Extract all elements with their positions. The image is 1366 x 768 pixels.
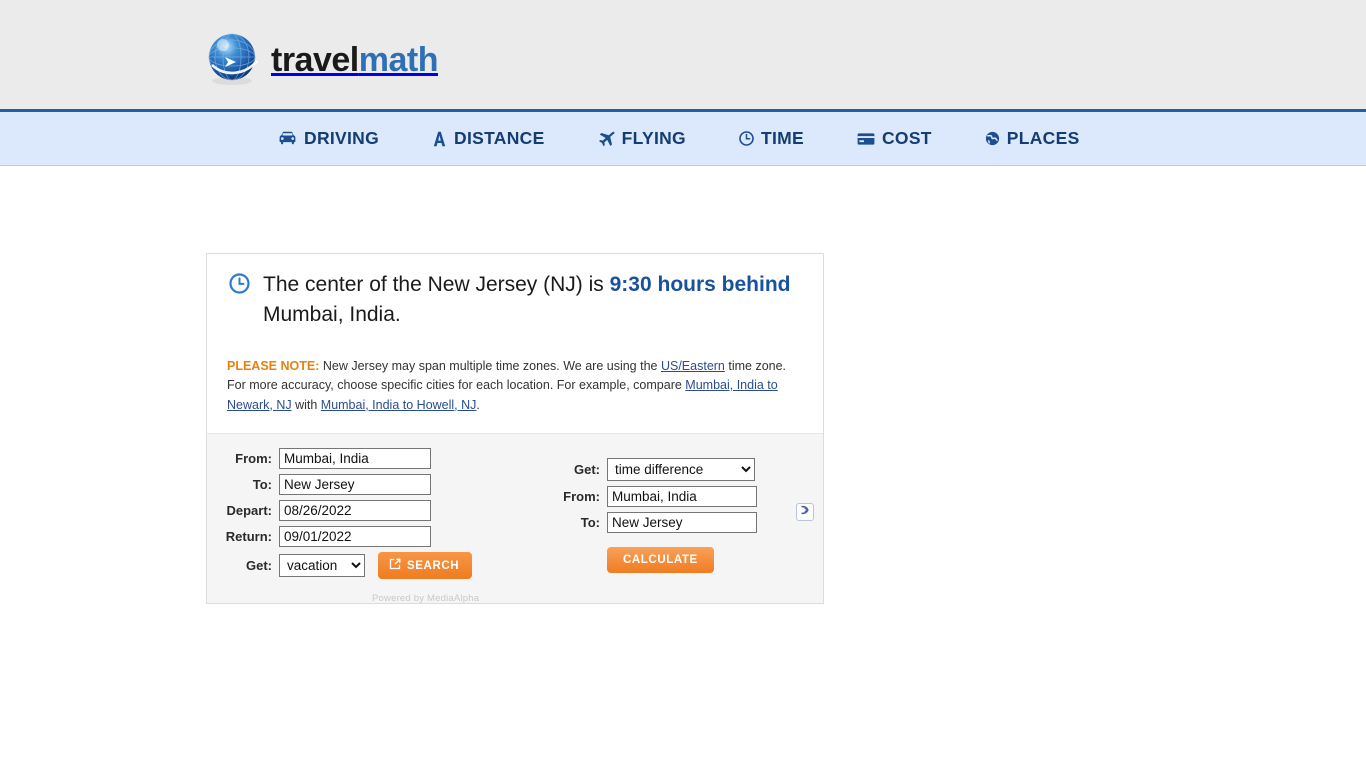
swap-arrow-icon — [799, 503, 811, 521]
globe-icon — [205, 31, 263, 89]
nav-label-cost: COST — [881, 128, 932, 148]
calc-get-select[interactable]: time difference — [607, 458, 755, 481]
search-return-row: Return: — [207, 526, 507, 547]
search-return-input[interactable] — [279, 526, 431, 547]
search-from-row: From: — [207, 448, 507, 469]
swap-locations-button[interactable] — [796, 503, 814, 521]
car-icon — [278, 131, 297, 146]
search-depart-row: Depart: — [207, 500, 507, 521]
nav-item-flying[interactable]: FLYING — [598, 128, 686, 149]
nav-item-distance[interactable]: DISTANCE — [432, 128, 545, 149]
calc-get-row: Get: time difference — [537, 458, 827, 481]
road-sign-icon — [432, 131, 447, 147]
calculate-form: Get: time difference From: To: CALCULATE — [537, 458, 827, 573]
note-link-timezone[interactable]: US/Eastern — [661, 359, 725, 373]
nav-item-driving[interactable]: DRIVING — [278, 128, 379, 149]
search-depart-input[interactable] — [279, 500, 431, 521]
result-prefix: The center of the New Jersey (NJ) is — [263, 273, 610, 296]
calc-get-label: Get: — [574, 462, 600, 477]
note-text-3: with — [291, 397, 321, 412]
note-text-1: New Jersey may span multiple time zones.… — [319, 358, 661, 373]
nav-label-distance: DISTANCE — [454, 128, 545, 148]
search-return-label: Return: — [225, 529, 272, 544]
calc-from-input[interactable] — [607, 486, 757, 507]
note-label: PLEASE NOTE: — [227, 358, 320, 373]
search-to-row: To: — [207, 474, 507, 495]
calc-to-input[interactable] — [607, 512, 757, 533]
calculate-button[interactable]: CALCULATE — [607, 547, 714, 573]
note-link-howell[interactable]: Mumbai, India to Howell, NJ — [321, 398, 477, 412]
nav-item-time[interactable]: TIME — [739, 128, 804, 149]
search-button-label: SEARCH — [407, 559, 460, 572]
search-get-row: Get: vacation SEARCH — [207, 552, 507, 579]
calc-from-label: From: — [563, 489, 600, 504]
search-button[interactable]: SEARCH — [378, 552, 473, 579]
search-from-input[interactable] — [279, 448, 431, 469]
result-suffix: Mumbai, India. — [263, 303, 401, 326]
nav-label-time: TIME — [760, 128, 804, 148]
nav-item-places[interactable]: PLACES — [985, 128, 1080, 149]
calc-to-row: To: — [537, 512, 827, 533]
site-logo[interactable]: travelmath — [205, 28, 438, 92]
airplane-icon — [598, 131, 615, 147]
result-box: The center of the New Jersey (NJ) is 9:3… — [206, 253, 824, 604]
search-get-label: Get: — [246, 558, 272, 573]
powered-by-label: Powered by MediaAlpha — [372, 593, 480, 604]
site-header: travelmath — [0, 0, 1366, 109]
forms-panel: From: To: Depart: Return: Get: vac — [207, 433, 823, 604]
nav-label-driving: DRIVING — [304, 128, 380, 148]
note-text-4: . — [476, 397, 480, 412]
calc-to-label: To: — [580, 515, 600, 530]
logo-word-math: math — [358, 41, 439, 79]
nav-item-cost[interactable]: COST — [857, 128, 932, 149]
nav-label-flying: FLYING — [621, 128, 686, 148]
clock-icon — [739, 131, 754, 146]
result-headline: The center of the New Jersey (NJ) is 9:3… — [207, 254, 823, 334]
search-to-label: To: — [252, 477, 272, 492]
search-form: From: To: Depart: Return: Get: vac — [207, 448, 507, 604]
please-note-text: PLEASE NOTE: New Jersey may span multipl… — [207, 347, 823, 416]
clock-icon — [229, 273, 250, 303]
nav-label-places: PLACES — [1006, 128, 1080, 148]
main-navigation: DRIVING DISTANCE FLYING TIME COST PLACES — [0, 109, 1366, 166]
calc-from-row: From: — [537, 486, 827, 507]
search-get-select[interactable]: vacation — [279, 554, 365, 577]
credit-card-icon — [857, 132, 875, 146]
logo-wordmark: travelmath — [271, 43, 438, 77]
external-link-icon — [389, 558, 401, 573]
search-depart-label: Depart: — [226, 503, 272, 518]
globe-icon — [985, 131, 1000, 146]
logo-word-travel: travel — [271, 41, 359, 79]
result-highlight: 9:30 hours behind — [609, 273, 791, 296]
search-to-input[interactable] — [279, 474, 431, 495]
search-from-label: From: — [235, 451, 272, 466]
